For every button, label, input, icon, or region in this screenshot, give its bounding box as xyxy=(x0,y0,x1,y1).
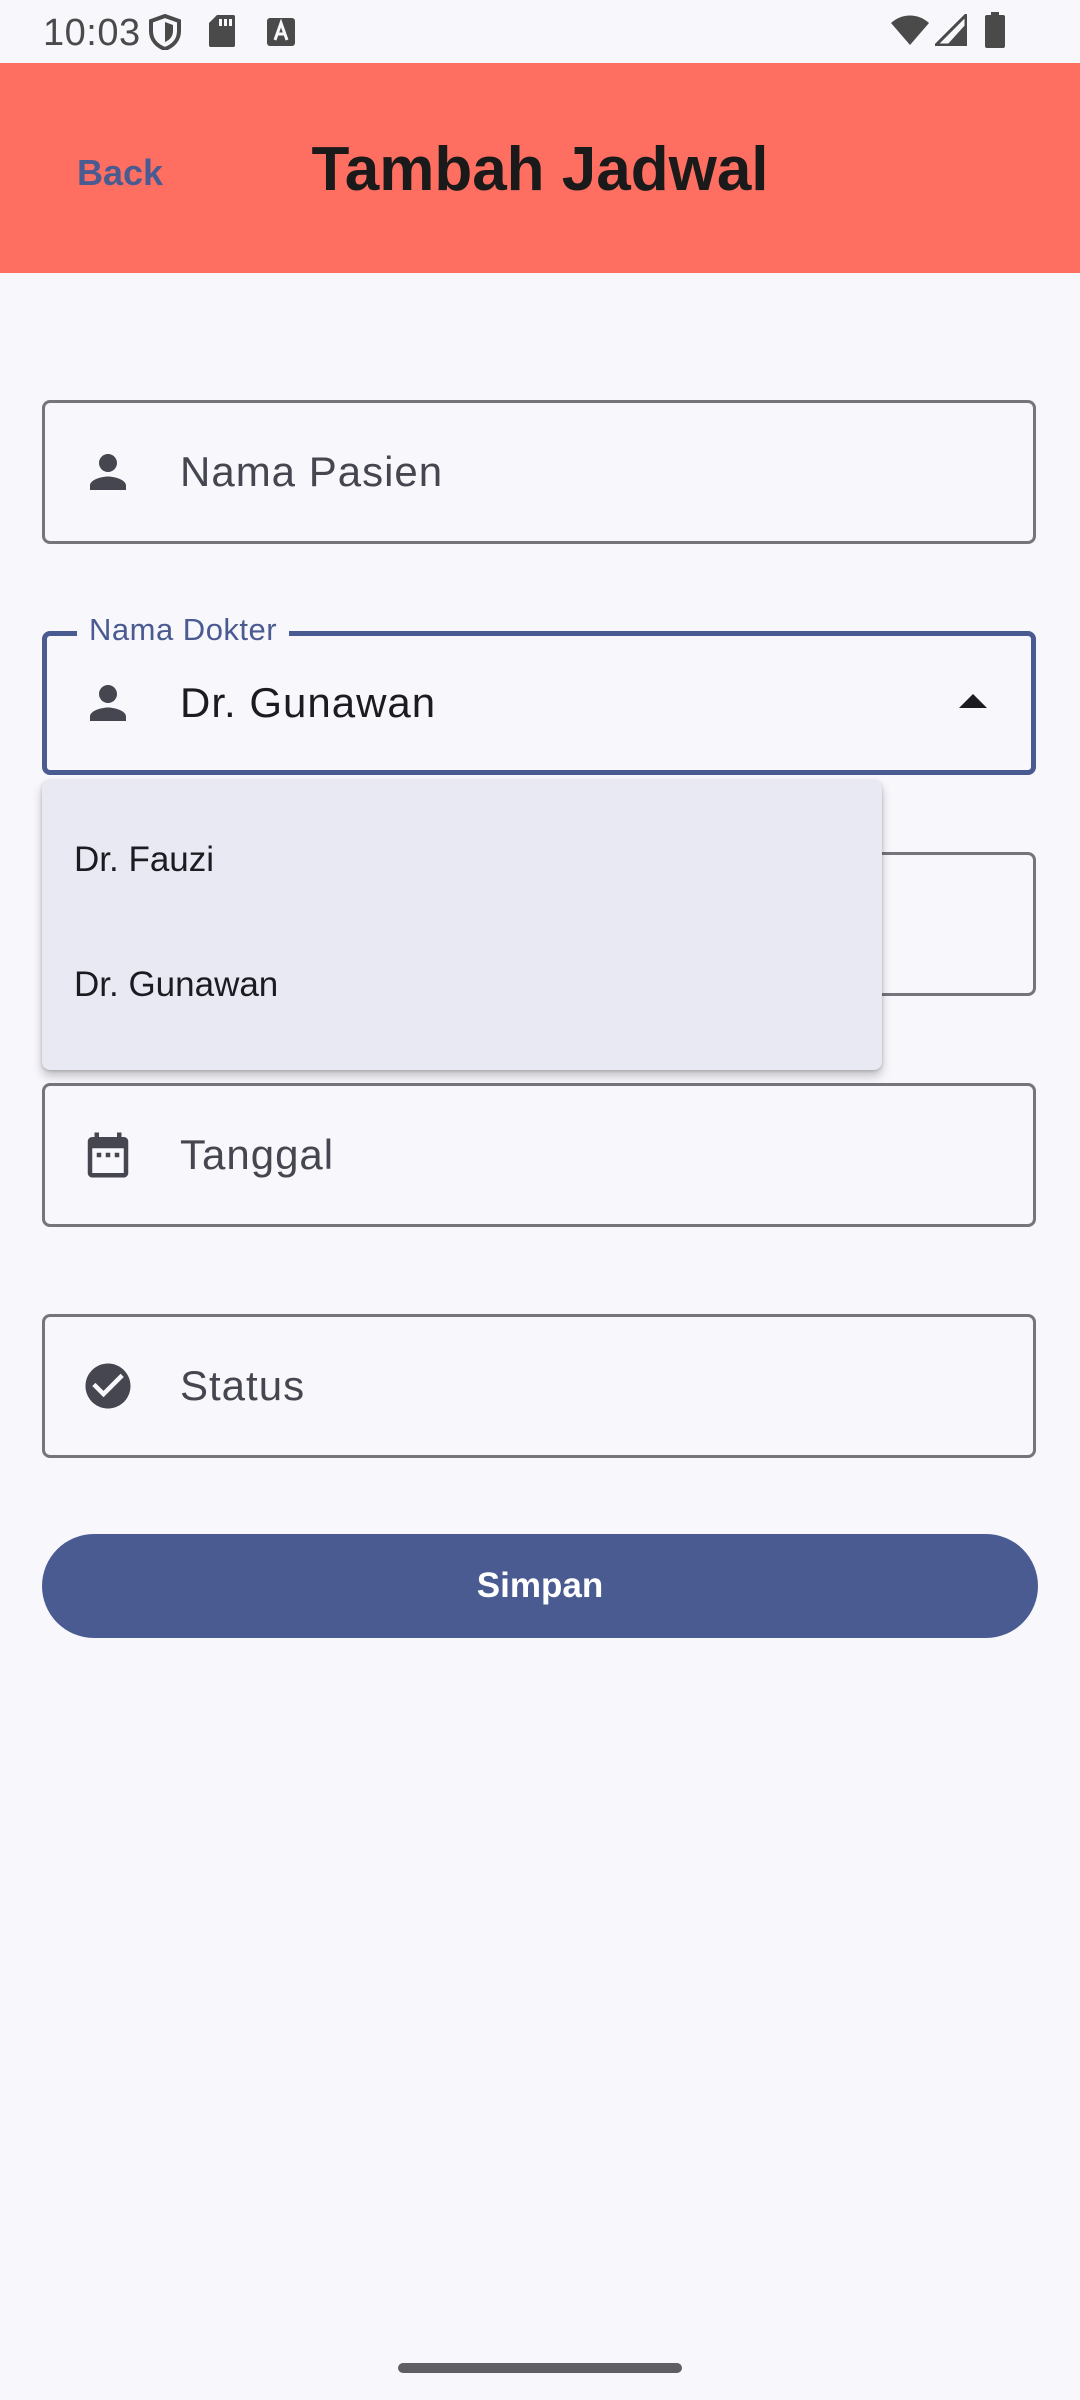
person-icon xyxy=(90,685,126,721)
doctor-name-value: Dr. Gunawan xyxy=(180,679,437,726)
patient-name-field[interactable]: Nama Pasien xyxy=(42,400,1036,544)
doctor-name-dropdown[interactable]: Nama Dokter Dr. Gunawan xyxy=(42,610,1036,775)
signal-icon xyxy=(935,14,967,46)
status-bar: 10:03 xyxy=(0,0,1080,63)
menu-item-dr-gunawan[interactable]: Dr. Gunawan xyxy=(42,923,882,1047)
menu-item-dr-fauzi[interactable]: Dr. Fauzi xyxy=(42,798,882,922)
save-button[interactable]: Simpan xyxy=(42,1534,1038,1638)
doctor-dropdown-menu: Dr. Fauzi Dr. Gunawan xyxy=(42,780,882,1070)
status-field[interactable]: Status xyxy=(42,1314,1036,1458)
person-icon xyxy=(90,454,126,490)
app-bar: Back Tambah Jadwal xyxy=(0,63,1080,273)
date-field[interactable]: Tanggal xyxy=(42,1083,1036,1227)
wifi-icon xyxy=(891,15,929,45)
page-title: Tambah Jadwal xyxy=(311,135,769,204)
gesture-handle[interactable] xyxy=(398,2363,682,2373)
patient-name-placeholder: Nama Pasien xyxy=(180,448,444,495)
status-time: 10:03 xyxy=(43,12,141,54)
sd-card-icon xyxy=(209,15,235,47)
screen: 10:03 Back Tambah Jadwal Nama Pasien Nam… xyxy=(0,0,1080,2400)
calendar-icon xyxy=(87,1132,129,1178)
chevron-up-icon[interactable] xyxy=(959,694,987,708)
date-placeholder: Tanggal xyxy=(180,1131,335,1178)
font-a-icon xyxy=(267,18,295,46)
check-circle-icon xyxy=(85,1363,131,1409)
shield-icon xyxy=(149,14,181,50)
status-placeholder: Status xyxy=(180,1362,306,1409)
battery-icon xyxy=(985,12,1005,48)
